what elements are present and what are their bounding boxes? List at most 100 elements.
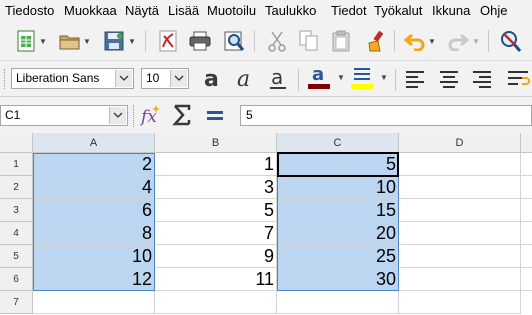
- cell-c1[interactable]: 5: [277, 153, 399, 176]
- column-header-e[interactable]: [521, 133, 532, 153]
- menu-tools[interactable]: Työkalut: [374, 3, 422, 18]
- toolbar-separator: [145, 30, 146, 52]
- row-header[interactable]: 1: [0, 153, 33, 176]
- font-size-combobox[interactable]: 10: [141, 68, 189, 89]
- font-color-icon[interactable]: a: [307, 64, 331, 89]
- cell-e6[interactable]: [521, 268, 532, 291]
- row-header[interactable]: 3: [0, 199, 33, 222]
- cell-d5[interactable]: [399, 245, 521, 268]
- column-header-a[interactable]: A: [33, 133, 155, 153]
- chevron-down-icon[interactable]: [115, 70, 132, 87]
- highlight-dropdown-icon[interactable]: ▼: [380, 73, 388, 82]
- function-wizard-icon[interactable]: fx: [139, 103, 163, 127]
- cell-c4[interactable]: 20: [277, 222, 399, 245]
- cell-c3[interactable]: 15: [277, 199, 399, 222]
- menu-data[interactable]: Tiedot: [331, 3, 367, 18]
- export-pdf-icon[interactable]: [156, 29, 180, 53]
- paste-icon[interactable]: [329, 29, 353, 53]
- cell-d3[interactable]: [399, 199, 521, 222]
- toolbar-separator: [298, 69, 299, 91]
- menu-insert[interactable]: Lisää: [168, 3, 199, 18]
- align-left-icon[interactable]: [403, 67, 427, 91]
- underline-icon[interactable]: a: [266, 66, 290, 90]
- find-replace-icon[interactable]: [498, 29, 522, 53]
- column-header-d[interactable]: D: [399, 133, 521, 153]
- cell-c5[interactable]: 25: [277, 245, 399, 268]
- menu-file[interactable]: Tiedosto: [5, 3, 54, 18]
- row-header[interactable]: 5: [0, 245, 33, 268]
- cell-d1[interactable]: [399, 153, 521, 176]
- formatting-toolbar: Liberation Sans 10 a a a a ▼ ▼: [0, 61, 532, 97]
- bold-icon[interactable]: a: [201, 66, 225, 90]
- save-dropdown-icon[interactable]: ▼: [128, 37, 136, 46]
- wrap-text-icon[interactable]: [506, 67, 530, 91]
- cell-c2[interactable]: 10: [277, 176, 399, 199]
- italic-icon[interactable]: a: [234, 66, 258, 90]
- cell-a5[interactable]: 10: [33, 245, 155, 268]
- font-color-dropdown-icon[interactable]: ▼: [337, 73, 345, 82]
- menu-view[interactable]: Näytä: [125, 3, 159, 18]
- font-name-combobox[interactable]: Liberation Sans: [11, 68, 134, 89]
- name-box[interactable]: C1: [0, 105, 128, 126]
- column-header-c[interactable]: C: [277, 133, 399, 153]
- menu-help[interactable]: Ohje: [480, 3, 507, 18]
- undo-dropdown-icon[interactable]: ▼: [428, 37, 436, 46]
- new-spreadsheet-icon[interactable]: [14, 29, 38, 53]
- cell-e3[interactable]: [521, 199, 532, 222]
- redo-icon[interactable]: [446, 29, 470, 53]
- cell-a1[interactable]: 2: [33, 153, 155, 176]
- menu-sheet[interactable]: Taulukko: [265, 3, 316, 18]
- menu-window[interactable]: Ikkuna: [432, 3, 470, 18]
- cell-d6[interactable]: [399, 268, 521, 291]
- cell-a4[interactable]: 8: [33, 222, 155, 245]
- redo-dropdown-icon[interactable]: ▼: [472, 37, 480, 46]
- clone-formatting-icon[interactable]: [365, 29, 389, 53]
- cell-b7[interactable]: [155, 291, 277, 314]
- copy-icon[interactable]: [297, 29, 321, 53]
- cell-a7[interactable]: [33, 291, 155, 314]
- menu-format[interactable]: Muotoilu: [207, 3, 256, 18]
- column-header-b[interactable]: B: [155, 133, 277, 153]
- cell-d7[interactable]: [399, 291, 521, 314]
- row-header[interactable]: 4: [0, 222, 33, 245]
- new-dropdown-icon[interactable]: ▼: [39, 37, 47, 46]
- cell-e2[interactable]: [521, 176, 532, 199]
- select-all-corner[interactable]: [0, 133, 33, 153]
- open-folder-icon[interactable]: [58, 29, 82, 53]
- undo-icon[interactable]: [403, 29, 427, 53]
- cut-icon[interactable]: [265, 29, 289, 53]
- cell-e5[interactable]: [521, 245, 532, 268]
- cell-b6[interactable]: 11: [155, 268, 277, 291]
- formula-input[interactable]: 5: [240, 105, 532, 126]
- align-right-icon[interactable]: [470, 67, 494, 91]
- print-icon[interactable]: [188, 29, 212, 53]
- cell-b1[interactable]: 1: [155, 153, 277, 176]
- menu-edit[interactable]: Muokkaa: [64, 3, 117, 18]
- cell-e1[interactable]: [521, 153, 532, 176]
- cell-a3[interactable]: 6: [33, 199, 155, 222]
- cell-b3[interactable]: 5: [155, 199, 277, 222]
- cell-e4[interactable]: [521, 222, 532, 245]
- cell-b5[interactable]: 9: [155, 245, 277, 268]
- cell-b2[interactable]: 3: [155, 176, 277, 199]
- formula-equals-icon[interactable]: [203, 103, 227, 127]
- cell-a2[interactable]: 4: [33, 176, 155, 199]
- sum-icon[interactable]: [170, 103, 194, 127]
- chevron-down-icon[interactable]: [109, 107, 126, 124]
- cell-c6[interactable]: 30: [277, 268, 399, 291]
- row-header[interactable]: 2: [0, 176, 33, 199]
- cell-a6[interactable]: 12: [33, 268, 155, 291]
- open-dropdown-icon[interactable]: ▼: [83, 37, 91, 46]
- print-preview-icon[interactable]: [222, 29, 246, 53]
- align-center-icon[interactable]: [437, 67, 461, 91]
- toolbar-grip: [4, 69, 7, 89]
- cell-c7[interactable]: [277, 291, 399, 314]
- cell-b4[interactable]: 7: [155, 222, 277, 245]
- highlight-color-icon[interactable]: [350, 65, 374, 89]
- chevron-down-icon[interactable]: [170, 70, 187, 87]
- cell-d4[interactable]: [399, 222, 521, 245]
- save-icon[interactable]: [102, 29, 126, 53]
- row-header[interactable]: 6: [0, 268, 33, 291]
- cell-d2[interactable]: [399, 176, 521, 199]
- row-header[interactable]: 7: [0, 291, 33, 314]
